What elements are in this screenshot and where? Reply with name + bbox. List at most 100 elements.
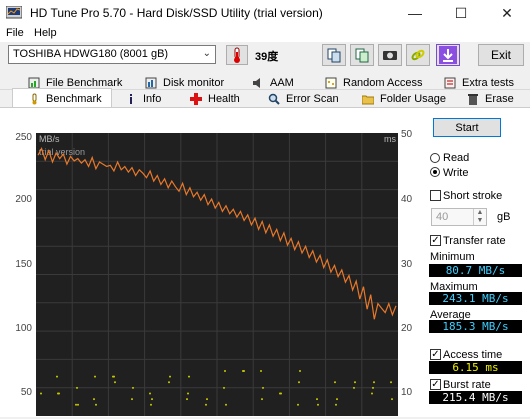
spinner-icon[interactable]: ▲ ▼	[473, 209, 486, 225]
tab-label: Benchmark	[46, 92, 102, 105]
temperature-button[interactable]	[226, 45, 248, 65]
access-time-label: Access time	[443, 349, 503, 361]
title-bar: HD Tune Pro 5.70 - Hard Disk/SSD Utility…	[0, 0, 530, 27]
right-tick-label: 30	[401, 259, 413, 270]
copy-all-button[interactable]	[350, 44, 374, 66]
tab-info[interactable]: Info	[125, 91, 161, 106]
access-time-point	[206, 398, 208, 401]
tab-random-access[interactable]: Random Access	[325, 75, 422, 90]
access-time-point	[40, 392, 42, 395]
access-time-point	[187, 392, 189, 395]
read-radio[interactable]	[430, 153, 440, 163]
access-time-point	[112, 375, 114, 378]
access-time-point	[354, 381, 356, 384]
extra-tests-icon	[444, 77, 456, 88]
left-unit-label: MB/s	[39, 134, 60, 144]
left-tick-label: 100	[15, 323, 32, 334]
camera-icon	[383, 51, 397, 60]
access-time-point	[169, 375, 171, 378]
maximize-button[interactable]: ☐	[438, 0, 484, 26]
access-time-point	[297, 403, 299, 406]
access-time-point	[353, 386, 355, 389]
transfer-rate-checkbox[interactable]: ✓	[430, 235, 441, 246]
access-time-point	[261, 398, 263, 401]
access-time-point	[93, 398, 95, 401]
tab-label: File Benchmark	[46, 76, 123, 89]
copy-all-icon	[355, 48, 369, 63]
access-time-point	[279, 392, 281, 395]
start-button[interactable]: Start	[433, 118, 501, 137]
exit-button[interactable]: Exit	[478, 44, 524, 66]
burst-rate-checkbox[interactable]: ✓	[430, 379, 441, 390]
access-time-point	[242, 370, 244, 373]
access-time-point	[186, 398, 188, 401]
access-time-point	[334, 381, 336, 384]
right-tick-label: 50	[401, 129, 413, 140]
access-time-point	[76, 386, 78, 389]
tab-label: Error Scan	[286, 92, 339, 105]
access-time-point	[335, 403, 337, 406]
chevron-down-icon: ⌄	[202, 48, 211, 59]
right-tick-label: 10	[401, 387, 413, 398]
menu-bar: File Help	[0, 26, 530, 42]
access-time-point	[188, 375, 190, 378]
access-time-point	[225, 403, 227, 406]
access-time-point	[317, 403, 319, 406]
tab-label: Health	[208, 92, 240, 105]
download-button[interactable]	[436, 44, 460, 66]
file-benchmark-icon	[28, 77, 40, 88]
speaker-icon	[253, 77, 260, 88]
drive-select[interactable]: TOSHIBA HDWG180 (8001 gB) ⌄	[8, 45, 216, 64]
access-time-value: 6.15 ms	[429, 361, 522, 374]
access-time-point	[224, 370, 226, 373]
access-time-point	[151, 398, 153, 401]
tab-disk-monitor[interactable]: Disk monitor	[145, 75, 224, 90]
tab-erase[interactable]: Erase	[467, 91, 514, 106]
app-icon	[6, 6, 22, 19]
tab-error-scan[interactable]: Error Scan	[268, 91, 339, 106]
access-time-point	[371, 392, 373, 395]
access-time-point	[205, 403, 207, 406]
access-time-point	[390, 381, 392, 384]
maximum-value: 243.1 MB/s	[429, 292, 522, 305]
short-stroke-label: Short stroke	[443, 190, 503, 202]
random-access-icon	[325, 77, 337, 88]
tab-extra-tests[interactable]: Extra tests	[444, 75, 514, 90]
short-stroke-checkbox[interactable]	[430, 190, 441, 201]
tab-benchmark[interactable]: Benchmark	[28, 91, 102, 106]
minimum-label: Minimum	[430, 251, 475, 263]
options-button[interactable]	[406, 44, 430, 66]
access-time-point	[150, 403, 152, 406]
stroke-size-value: 40	[436, 211, 449, 223]
copy-info-button[interactable]	[322, 44, 346, 66]
access-time-point	[299, 370, 301, 373]
stroke-unit: gB	[497, 211, 511, 223]
close-button[interactable]: ✕	[484, 0, 530, 26]
screenshot-button[interactable]	[378, 44, 402, 66]
tab-folder-usage[interactable]: Folder Usage	[362, 91, 446, 106]
access-time-point	[260, 370, 262, 373]
tab-label: Info	[143, 92, 162, 105]
window-title: HD Tune Pro 5.70 - Hard Disk/SSD Utility…	[30, 6, 323, 20]
tab-health[interactable]: Health	[190, 91, 240, 106]
write-radio[interactable]	[430, 167, 440, 177]
tab-label: Erase	[485, 92, 514, 105]
access-time-point	[75, 403, 77, 406]
write-label: Write	[443, 167, 469, 179]
health-icon	[190, 92, 202, 105]
access-time-point	[391, 398, 393, 401]
access-time-point	[316, 398, 318, 401]
menu-help[interactable]: Help	[34, 27, 57, 39]
menu-file[interactable]: File	[6, 27, 24, 39]
thermometer-icon	[32, 93, 37, 104]
stroke-size-input[interactable]: 40 ▲ ▼	[431, 208, 487, 226]
access-time-point	[56, 375, 58, 378]
access-time-point	[298, 381, 300, 384]
access-time-point	[168, 381, 170, 384]
access-time-point	[114, 381, 116, 384]
access-time-checkbox[interactable]: ✓	[430, 349, 441, 360]
access-time-point	[77, 403, 79, 406]
tab-aam[interactable]: AAM	[252, 75, 294, 90]
minimize-button[interactable]: —	[392, 0, 438, 26]
burst-rate-label: Burst rate	[443, 379, 491, 391]
